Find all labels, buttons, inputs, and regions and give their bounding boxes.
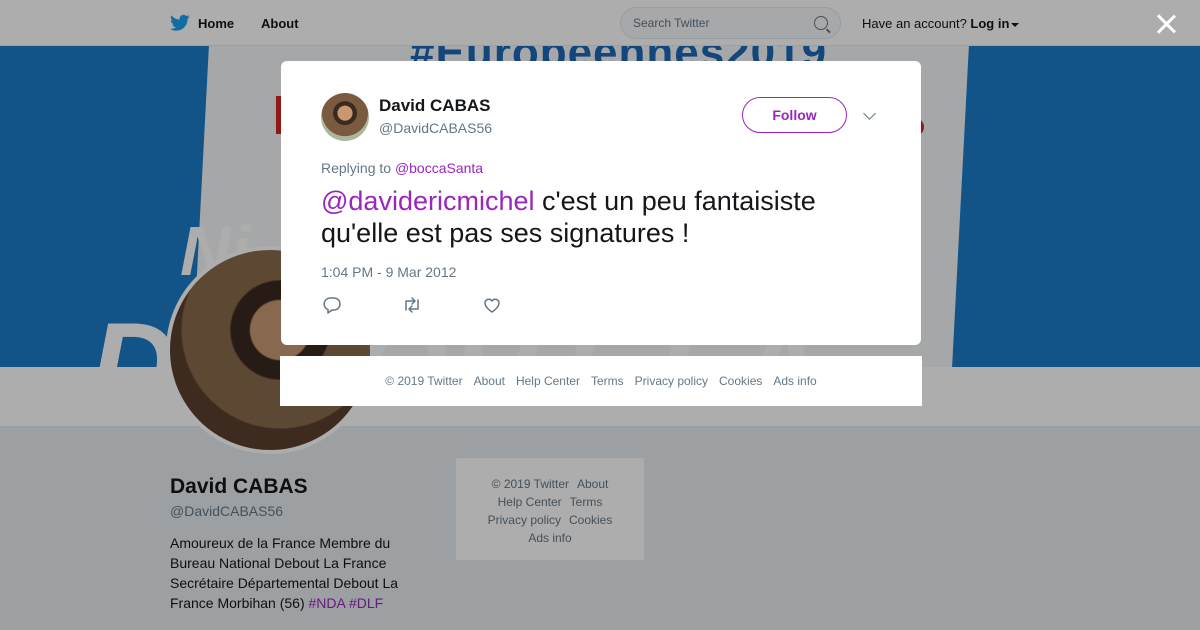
modal-footer-about-link[interactable]: About [474,374,505,388]
tweet-timestamp[interactable]: 1:04 PM - 9 Mar 2012 [321,264,456,280]
modal-footer-cookies-link[interactable]: Cookies [719,374,762,388]
tweet-author-name[interactable]: David CABAS [379,96,490,116]
follow-button[interactable]: Follow [742,97,847,133]
chevron-down-icon[interactable] [863,107,876,120]
reply-icon[interactable] [322,296,342,314]
tweet-modal: David CABAS @DavidCABAS56 Follow Replyin… [281,61,921,345]
close-icon[interactable] [1154,12,1178,36]
modal-footer-help-link[interactable]: Help Center [516,374,580,388]
modal-footer-privacy-link[interactable]: Privacy policy [635,374,708,388]
heart-icon[interactable] [482,296,502,314]
tweet-text: @davidericmichel c'est un peu fantaisist… [321,185,881,249]
retweet-icon[interactable] [402,296,422,314]
modal-footer: © 2019 Twitter About Help Center Terms P… [280,356,922,406]
replying-to-link[interactable]: @boccaSanta [395,160,483,176]
modal-footer-ads-link[interactable]: Ads info [773,374,816,388]
modal-footer-copyright: © 2019 Twitter [385,374,463,388]
replying-to: Replying to @boccaSanta [321,160,483,176]
tweet-mention-link[interactable]: @davidericmichel [321,186,534,216]
replying-prefix: Replying to [321,160,392,176]
tweet-author-handle[interactable]: @DavidCABAS56 [379,120,492,136]
tweet-author-avatar[interactable] [321,93,369,141]
modal-footer-terms-link[interactable]: Terms [591,374,624,388]
